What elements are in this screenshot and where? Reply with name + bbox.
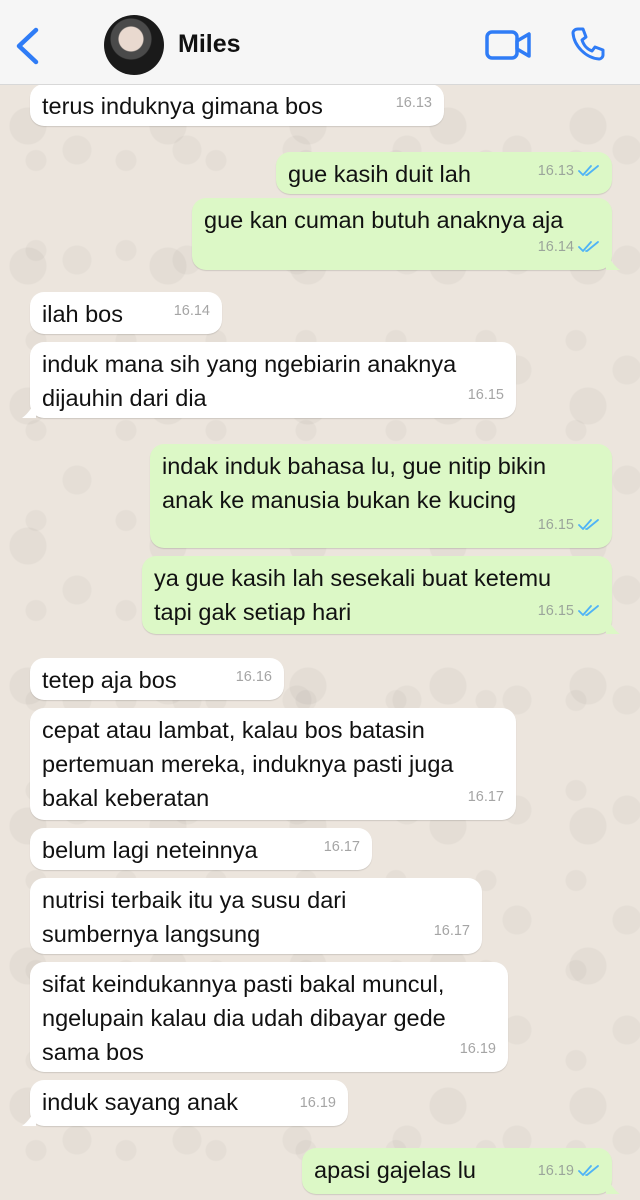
message-time: 16.17 <box>467 789 504 805</box>
outgoing-message[interactable]: ya gue kasih lah sesekali buat ketemu ta… <box>142 556 620 634</box>
message-time: 16.15 <box>467 387 504 403</box>
message-time: 16.15 <box>537 603 574 619</box>
contact-name[interactable]: Miles <box>178 30 241 59</box>
message-meta: 16.17 <box>324 830 360 864</box>
bubble-tail <box>606 618 620 634</box>
message-time: 16.14 <box>537 239 574 255</box>
message-meta: 16.13 <box>396 86 432 120</box>
message-meta: 16.19 <box>538 1154 600 1188</box>
message-text: belum lagi neteinnya <box>42 837 258 863</box>
message-time: 16.16 <box>235 669 272 685</box>
message-meta: 16.17 <box>468 780 504 814</box>
message-meta: 16.19 <box>460 1032 496 1066</box>
message-meta: 16.14 <box>538 230 600 264</box>
outgoing-message[interactable]: gue kasih duit lah 16.13 <box>276 152 612 194</box>
incoming-message[interactable]: tetep aja bos 16.16 <box>30 658 284 700</box>
message-text: ya gue kasih lah sesekali buat ketemu ta… <box>154 565 552 625</box>
message-time: 16.13 <box>395 95 432 111</box>
message-meta: 16.19 <box>300 1086 336 1120</box>
incoming-message[interactable]: induk sayang anak 16.19 <box>22 1080 348 1126</box>
message-time: 16.17 <box>323 839 360 855</box>
chat-header: Miles <box>0 0 640 85</box>
message-meta: 16.15 <box>468 378 504 412</box>
message-meta: 16.13 <box>538 154 600 188</box>
message-time: 16.19 <box>459 1041 496 1057</box>
message-time: 16.17 <box>433 923 470 939</box>
bubble-tail <box>22 402 36 418</box>
video-call-icon <box>485 30 531 60</box>
message-text: induk sayang anak <box>42 1089 238 1115</box>
outgoing-message[interactable]: gue kan cuman butuh anaknya aja 16.14 <box>192 198 620 270</box>
outgoing-message[interactable]: apasi gajelas lu 16.19 <box>302 1148 620 1194</box>
message-meta: 16.17 <box>434 914 470 948</box>
message-text: sifat keindukannya pasti bakal muncul, n… <box>42 971 446 1065</box>
message-meta: 16.16 <box>236 660 272 694</box>
avatar[interactable] <box>104 15 164 75</box>
message-meta: 16.15 <box>538 508 600 542</box>
back-button[interactable] <box>10 26 44 66</box>
incoming-message[interactable]: terus induknya gimana bos 16.13 <box>30 84 444 126</box>
read-receipt-icon <box>578 605 599 616</box>
message-time: 16.14 <box>173 303 210 319</box>
outgoing-message[interactable]: indak induk bahasa lu, gue nitip bikin a… <box>150 444 612 548</box>
message-time: 16.15 <box>537 517 574 533</box>
message-text: nutrisi terbaik itu ya susu dari sumbern… <box>42 887 347 947</box>
message-text: terus induknya gimana bos <box>42 93 323 119</box>
read-receipt-icon <box>578 241 599 252</box>
incoming-message[interactable]: cepat atau lambat, kalau bos batasin per… <box>30 708 516 820</box>
bubble-tail <box>606 1178 620 1194</box>
message-time: 16.19 <box>299 1095 336 1111</box>
message-text: cepat atau lambat, kalau bos batasin per… <box>42 717 454 811</box>
read-receipt-icon <box>578 1165 599 1176</box>
incoming-message[interactable]: ilah bos 16.14 <box>30 292 222 334</box>
message-time: 16.19 <box>537 1163 574 1179</box>
message-meta: 16.15 <box>538 594 600 628</box>
chevron-left-icon <box>16 27 39 65</box>
message-text: induk mana sih yang ngebiarin anaknya di… <box>42 351 457 411</box>
phone-call-icon <box>571 27 605 61</box>
incoming-message[interactable]: sifat keindukannya pasti bakal muncul, n… <box>30 962 508 1072</box>
voice-call-button[interactable] <box>570 26 606 62</box>
message-meta: 16.14 <box>174 294 210 328</box>
read-receipt-icon <box>578 519 599 530</box>
read-receipt-icon <box>578 165 599 176</box>
incoming-message[interactable]: nutrisi terbaik itu ya susu dari sumbern… <box>30 878 482 954</box>
message-time: 16.13 <box>537 163 574 179</box>
incoming-message[interactable]: belum lagi neteinnya 16.17 <box>30 828 372 870</box>
incoming-message[interactable]: induk mana sih yang ngebiarin anaknya di… <box>22 342 516 418</box>
bubble-tail <box>22 1110 36 1126</box>
bubble-tail <box>606 254 620 270</box>
message-text: indak induk bahasa lu, gue nitip bikin a… <box>162 453 547 513</box>
video-call-button[interactable] <box>484 28 532 62</box>
